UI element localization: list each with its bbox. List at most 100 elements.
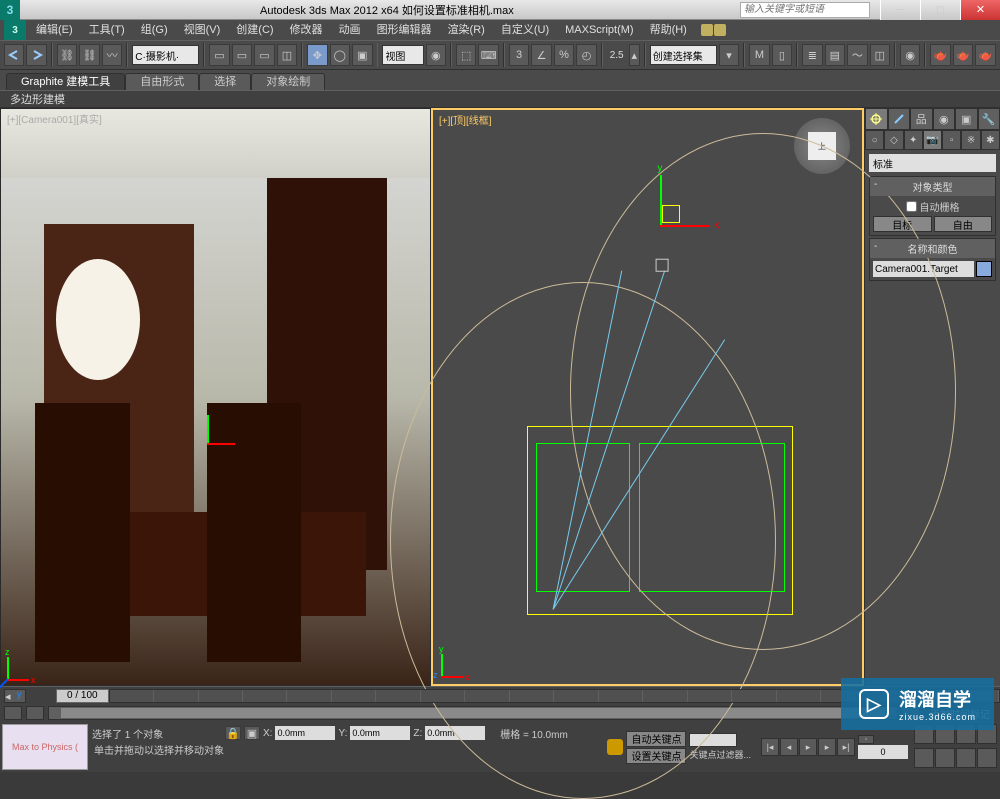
undo-button[interactable] <box>4 44 24 66</box>
camera-type-dropdown[interactable]: 标准 <box>869 154 996 172</box>
ribbon-tab-paint[interactable]: 对象绘制 <box>251 73 325 90</box>
tab-modify-icon[interactable] <box>888 108 911 130</box>
cat-geometry-icon[interactable]: ○ <box>865 130 884 150</box>
menu-help[interactable]: 帮助(H) <box>642 20 695 40</box>
graphite-toggle-button[interactable]: ▤ <box>825 44 845 66</box>
selection-lock-icon[interactable]: 🔒 <box>225 726 241 740</box>
viewport-camera[interactable]: [+][Camera001][真实] z <box>0 108 431 686</box>
material-editor-button[interactable]: ◉ <box>900 44 920 66</box>
window-crossing-button[interactable]: ◫ <box>277 44 297 66</box>
x-coord-field[interactable]: 0.0mm <box>275 726 335 740</box>
curve-editor-button[interactable]: 〜 <box>847 44 867 66</box>
cat-spacewarps-icon[interactable]: ※ <box>961 130 980 150</box>
edit-selset-button[interactable]: ▾ <box>719 44 739 66</box>
spinner-snap-button[interactable]: ◴ <box>576 44 596 66</box>
schematic-view-button[interactable]: ◫ <box>870 44 890 66</box>
tab-display-icon[interactable]: ▣ <box>955 108 978 130</box>
select-manipulate-button[interactable]: ⬚ <box>456 44 476 66</box>
ref-coord-dropdown[interactable]: 视图 <box>382 45 423 65</box>
isolate-icon[interactable]: ▣ <box>244 726 260 740</box>
menu-customize[interactable]: 自定义(U) <box>493 20 557 40</box>
rendered-frame-button[interactable]: 🫖 <box>953 44 973 66</box>
play-icon[interactable]: ▸ <box>799 738 817 756</box>
cat-helpers-icon[interactable]: ▫ <box>942 130 961 150</box>
select-by-name-button[interactable]: ▭ <box>232 44 252 66</box>
key-filters-button[interactable]: 关键点过滤器... <box>689 748 751 761</box>
pan-icon[interactable] <box>935 748 955 768</box>
object-color-swatch[interactable] <box>976 261 992 277</box>
cat-systems-icon[interactable]: ✱ <box>981 130 1000 150</box>
trackbar-filter-icon[interactable] <box>26 706 44 720</box>
prev-frame-icon[interactable]: ◂ <box>780 738 798 756</box>
tab-create-icon[interactable] <box>865 108 888 130</box>
menu-edit[interactable]: 编辑(E) <box>28 20 81 40</box>
y-coord-field[interactable]: 0.0mm <box>350 726 410 740</box>
move-button[interactable]: ✥ <box>307 44 327 66</box>
menu-create[interactable]: 创建(C) <box>228 20 281 40</box>
spinner-up-icon[interactable]: ▴ <box>629 44 640 66</box>
autogrid-checkbox[interactable] <box>906 201 917 212</box>
cat-lights-icon[interactable]: ✦ <box>904 130 923 150</box>
named-selset-dropdown[interactable]: 创建选择集 <box>650 45 717 65</box>
trackbar-toggle-icon[interactable] <box>4 706 22 720</box>
use-pivot-center-button[interactable]: ◉ <box>426 44 446 66</box>
keyboard-shortcut-button[interactable]: ⌨ <box>478 44 498 66</box>
menu-views[interactable]: 视图(V) <box>176 20 229 40</box>
menu-tools[interactable]: 工具(T) <box>81 20 133 40</box>
maximize-button[interactable]: ◻ <box>920 0 960 20</box>
current-frame-field[interactable]: 0 <box>858 745 908 759</box>
redo-button[interactable] <box>26 44 46 66</box>
render-setup-button[interactable]: 🫖 <box>930 44 950 66</box>
rollout-name-color-header[interactable]: 名称和颜色 <box>870 239 995 258</box>
app-logo-icon[interactable]: 3 <box>0 0 20 20</box>
unlink-button[interactable]: ⛓ <box>79 44 99 66</box>
quick-access[interactable] <box>695 24 732 36</box>
render-button[interactable]: 🫖 <box>975 44 995 66</box>
ribbon-panel-label[interactable]: 多边形建模 <box>0 90 1000 108</box>
menu-group[interactable]: 组(G) <box>133 20 176 40</box>
maxscript-listener[interactable]: Max to Physics ( <box>2 724 88 770</box>
viewport-top[interactable]: [+][顶][线框] 上 y <box>431 108 864 686</box>
viewport-camera-label[interactable]: [+][Camera001][真实] <box>7 111 102 126</box>
layer-manager-button[interactable]: ≣ <box>802 44 822 66</box>
mirror-button[interactable]: M <box>749 44 769 66</box>
select-object-button[interactable]: ▭ <box>209 44 229 66</box>
align-button[interactable]: ▯ <box>772 44 792 66</box>
goto-start-icon[interactable]: |◂ <box>761 738 779 756</box>
scale-button[interactable]: ▣ <box>352 44 372 66</box>
ribbon-tab-freeform[interactable]: 自由形式 <box>125 73 199 90</box>
rotate-button[interactable]: ◯ <box>330 44 350 66</box>
ribbon-tab-graphite[interactable]: Graphite 建模工具 <box>6 73 125 90</box>
menu-maxscript[interactable]: MAXScript(M) <box>557 20 641 40</box>
key-mode-icon[interactable]: ◦ <box>858 735 874 744</box>
viewport-top-label[interactable]: [+][顶][线框] <box>439 112 492 127</box>
cat-cameras-icon[interactable]: 📷 <box>923 130 942 150</box>
create-free-camera-button[interactable]: 自由 <box>934 216 993 232</box>
tab-motion-icon[interactable]: ◉ <box>933 108 956 130</box>
menu-rendering[interactable]: 渲染(R) <box>440 20 493 40</box>
snap-3d-button[interactable]: 3 <box>509 44 529 66</box>
angle-snap-button[interactable]: ∠ <box>531 44 551 66</box>
rollout-object-type-header[interactable]: 对象类型 <box>870 177 995 196</box>
next-frame-icon[interactable]: ▸ <box>818 738 836 756</box>
timeline-config-icon[interactable]: ◂ <box>4 689 26 703</box>
minimize-button[interactable]: ─ <box>880 0 920 20</box>
bind-spacewarp-button[interactable]: 〰 <box>102 44 122 66</box>
tab-hierarchy-icon[interactable]: 品 <box>910 108 933 130</box>
select-region-button[interactable]: ▭ <box>254 44 274 66</box>
cat-shapes-icon[interactable]: ◇ <box>884 130 903 150</box>
ribbon-tab-selection[interactable]: 选择 <box>199 73 251 90</box>
help-search-input[interactable] <box>740 2 870 18</box>
menu-modifiers[interactable]: 修改器 <box>282 20 331 40</box>
menu-animation[interactable]: 动画 <box>331 20 369 40</box>
fov-icon[interactable] <box>914 748 934 768</box>
maximize-viewport-icon[interactable] <box>977 748 997 768</box>
selection-filter-dropdown[interactable]: C·摄影机· <box>132 45 199 65</box>
tab-utilities-icon[interactable]: 🔧 <box>978 108 1000 130</box>
menu-graph-editors[interactable]: 图形编辑器 <box>369 20 440 40</box>
time-slider-handle[interactable]: 0 / 100 <box>56 689 109 703</box>
link-button[interactable]: ⛓ <box>57 44 77 66</box>
goto-end-icon[interactable]: ▸| <box>837 738 855 756</box>
percent-snap-button[interactable]: % <box>554 44 574 66</box>
app-menu-icon[interactable]: 3 <box>4 20 26 40</box>
